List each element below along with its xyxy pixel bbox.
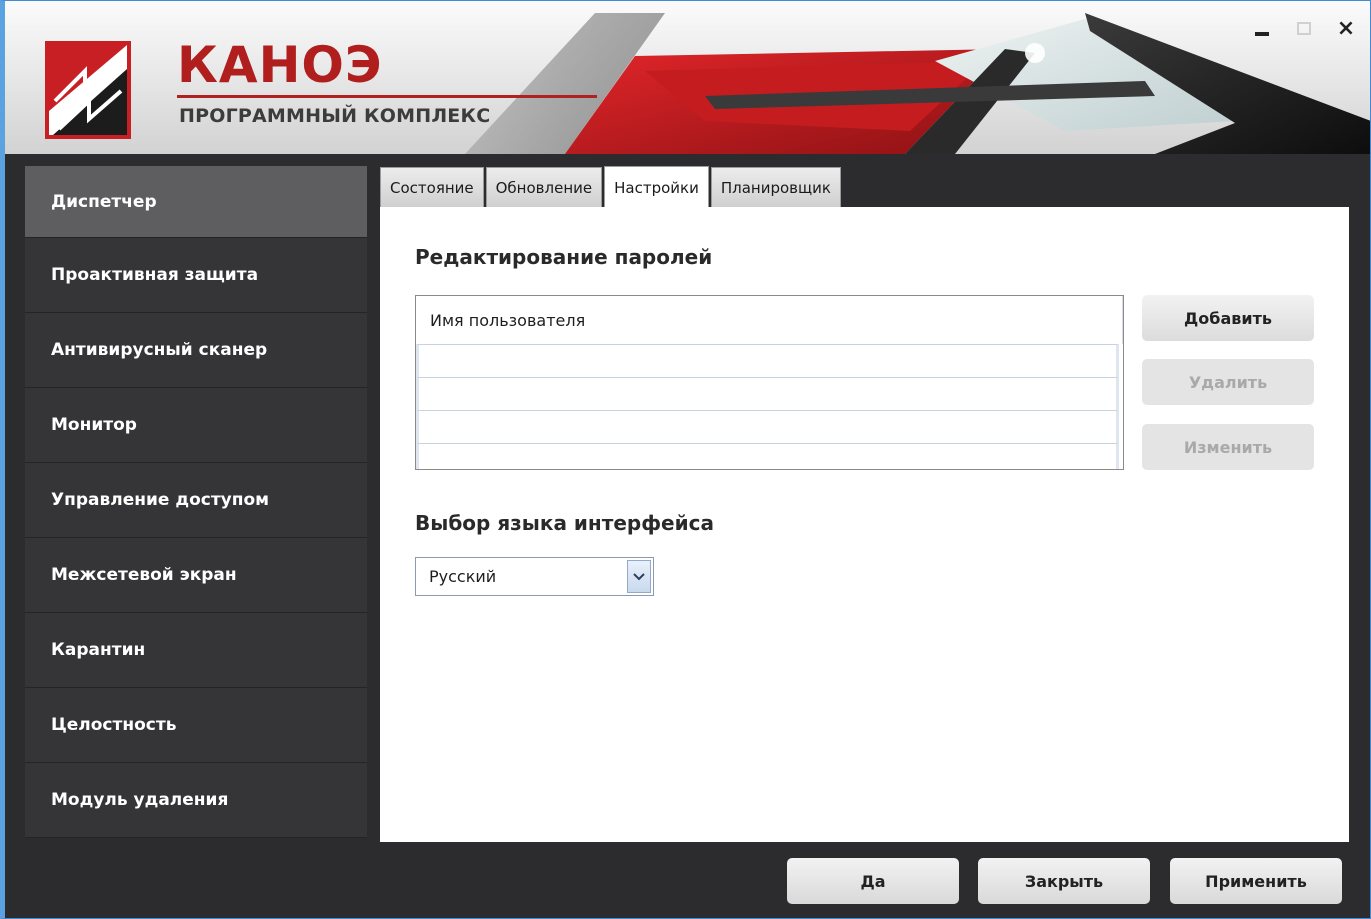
close-button[interactable]: Закрыть bbox=[978, 858, 1150, 904]
table-row[interactable] bbox=[416, 443, 1119, 469]
brand-name: КАНОЭ bbox=[177, 36, 383, 94]
apply-button[interactable]: Применить bbox=[1170, 858, 1342, 904]
sidebar-item-antivirus-scanner[interactable]: Антивирусный сканер bbox=[25, 313, 367, 388]
table-row[interactable] bbox=[416, 377, 1119, 410]
sidebar-item-monitor[interactable]: Монитор bbox=[25, 388, 367, 463]
add-user-button[interactable]: Добавить bbox=[1142, 295, 1314, 341]
tab-settings[interactable]: Настройки bbox=[604, 166, 709, 208]
sidebar-item-access-control[interactable]: Управление доступом bbox=[25, 463, 367, 538]
maximize-icon bbox=[1297, 21, 1311, 35]
tab-bar: Состояние Обновление Настройки Планировщ… bbox=[380, 166, 841, 208]
user-table: Имя пользователя bbox=[415, 295, 1124, 470]
sidebar-item-label: Межсетевой экран bbox=[51, 565, 237, 585]
tab-status[interactable]: Состояние bbox=[380, 167, 484, 208]
sidebar-item-label: Модуль удаления bbox=[51, 790, 229, 810]
sidebar-item-proactive-protection[interactable]: Проактивная защита bbox=[25, 238, 367, 313]
header-banner: КАНОЭ ПРОГРАММНЫЙ КОМПЛЕКС × bbox=[5, 1, 1370, 154]
table-column-header[interactable]: Имя пользователя bbox=[416, 296, 1123, 344]
table-row[interactable] bbox=[416, 410, 1119, 443]
password-section-title: Редактирование паролей bbox=[415, 245, 713, 269]
sidebar-item-label: Управление доступом bbox=[51, 490, 270, 510]
sidebar-item-firewall[interactable]: Межсетевой экран bbox=[25, 538, 367, 613]
close-window-button[interactable]: × bbox=[1329, 13, 1363, 43]
minimize-icon bbox=[1255, 32, 1269, 36]
language-section-title: Выбор языка интерфейса bbox=[415, 511, 714, 535]
sidebar: Диспетчер Проактивная защита Антивирусны… bbox=[25, 166, 367, 842]
sidebar-item-removal-module[interactable]: Модуль удаления bbox=[25, 763, 367, 838]
sidebar-item-label: Монитор bbox=[51, 415, 137, 435]
sidebar-item-label: Целостность bbox=[51, 715, 177, 735]
edit-user-button[interactable]: Изменить bbox=[1142, 424, 1314, 470]
sidebar-item-label: Проактивная защита bbox=[51, 265, 259, 285]
yes-button[interactable]: Да bbox=[787, 858, 959, 904]
tab-scheduler[interactable]: Планировщик bbox=[710, 167, 841, 208]
brand-subtitle: ПРОГРАММНЫЙ КОМПЛЕКС bbox=[179, 105, 491, 127]
delete-user-button[interactable]: Удалить bbox=[1142, 359, 1314, 405]
maximize-button[interactable] bbox=[1287, 13, 1321, 43]
chevron-down-icon[interactable] bbox=[627, 560, 651, 593]
sidebar-item-dispatcher[interactable]: Диспетчер bbox=[25, 166, 367, 238]
brand-logo-icon bbox=[45, 41, 131, 139]
sidebar-item-label: Антивирусный сканер bbox=[51, 340, 268, 360]
sidebar-item-label: Диспетчер bbox=[51, 191, 157, 212]
minimize-button[interactable] bbox=[1245, 13, 1279, 43]
sidebar-item-label: Карантин bbox=[51, 640, 146, 660]
tab-update[interactable]: Обновление bbox=[485, 167, 603, 208]
table-row[interactable] bbox=[416, 344, 1119, 377]
settings-panel: Редактирование паролей Имя пользователя … bbox=[380, 207, 1349, 842]
sidebar-item-quarantine[interactable]: Карантин bbox=[25, 613, 367, 688]
app-window: КАНОЭ ПРОГРАММНЫЙ КОМПЛЕКС × Диспетчер П… bbox=[0, 0, 1371, 919]
window-controls: × bbox=[1245, 13, 1363, 43]
sidebar-item-integrity[interactable]: Целостность bbox=[25, 688, 367, 763]
language-select[interactable]: Русский bbox=[415, 557, 654, 596]
close-icon: × bbox=[1336, 15, 1356, 41]
brand-divider bbox=[177, 95, 597, 98]
language-select-value: Русский bbox=[429, 567, 497, 586]
